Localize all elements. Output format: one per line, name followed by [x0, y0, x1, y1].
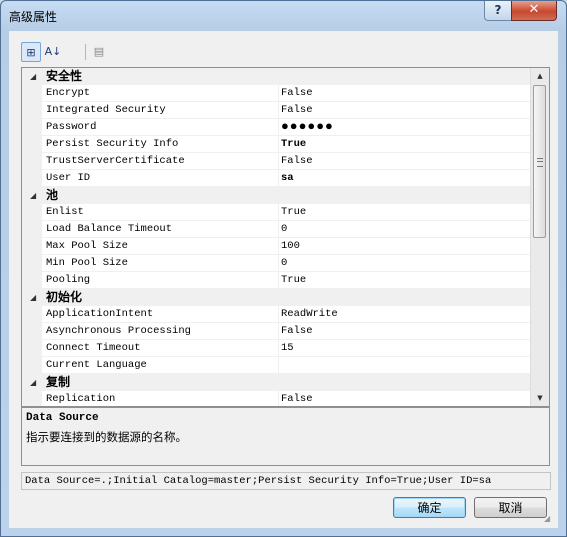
category-security[interactable]: ◢ 安全性 [22, 68, 530, 85]
property-value[interactable]: 100 [278, 238, 533, 255]
property-name: Integrated Security [42, 102, 281, 119]
category-label: 池 [46, 188, 59, 202]
description-text: 指示要连接到的数据源的名称。 [26, 430, 187, 444]
property-name: Replication [42, 391, 281, 406]
connection-string-field[interactable]: Data Source=.;Initial Catalog=master;Per… [21, 472, 551, 490]
category-replication[interactable]: ◢ 复制 [22, 374, 530, 391]
property-value[interactable]: False [278, 102, 533, 119]
property-value[interactable]: True [278, 136, 533, 153]
property-name: Connect Timeout [42, 340, 281, 357]
property-value[interactable]: True [278, 272, 533, 289]
property-row[interactable]: Asynchronous Processing False [22, 323, 533, 340]
property-value[interactable]: 15 [278, 340, 533, 357]
category-initialization[interactable]: ◢ 初始化 [22, 289, 530, 306]
description-title: Data Source [26, 412, 99, 424]
property-name: Enlist [42, 204, 281, 221]
property-row[interactable]: Load Balance Timeout 0 [22, 221, 533, 238]
category-pooling[interactable]: ◢ 池 [22, 187, 530, 204]
property-row[interactable]: Current Language [22, 357, 533, 374]
property-value[interactable]: False [278, 323, 533, 340]
property-value[interactable]: 0 [278, 221, 533, 238]
cancel-button[interactable]: 取消 [474, 497, 547, 518]
password-value[interactable]: ●●●●●● [278, 119, 533, 136]
property-row[interactable]: Enlist True [22, 204, 533, 221]
property-value[interactable]: ReadWrite [278, 306, 533, 323]
property-row[interactable]: ApplicationIntent ReadWrite [22, 306, 533, 323]
property-name: Min Pool Size [42, 255, 281, 272]
property-row[interactable]: Password ●●●●●● [22, 119, 533, 136]
resize-grip-icon[interactable]: ◢ [544, 514, 556, 526]
grip-icon [537, 158, 543, 167]
property-grid-toolbar: ⊞ A↓ ▤ [21, 41, 548, 63]
category-label: 初始化 [46, 290, 83, 304]
vertical-scrollbar[interactable]: ▲ ▼ [530, 68, 549, 406]
alphabetical-sort-icon[interactable]: A↓ [43, 42, 63, 62]
help-button[interactable]: ? [484, 1, 512, 21]
property-value[interactable] [278, 357, 533, 374]
window-title: 高级属性 [9, 10, 58, 24]
collapse-arrow-icon[interactable]: ◢ [30, 290, 36, 305]
property-name: Encrypt [42, 85, 281, 102]
property-name: Password [42, 119, 281, 136]
property-name: Asynchronous Processing [42, 323, 281, 340]
property-name: ApplicationIntent [42, 306, 281, 323]
scrollbar-thumb[interactable] [533, 85, 546, 238]
property-row[interactable]: Persist Security Info True [22, 136, 533, 153]
property-row[interactable]: TrustServerCertificate False [22, 153, 533, 170]
property-row[interactable]: Replication False [22, 391, 533, 406]
categorized-view-icon[interactable]: ⊞ [21, 42, 41, 62]
property-row[interactable]: Connect Timeout 15 [22, 340, 533, 357]
property-name: User ID [42, 170, 281, 187]
property-value[interactable]: 0 [278, 255, 533, 272]
category-label: 复制 [46, 375, 71, 389]
property-row[interactable]: Min Pool Size 0 [22, 255, 533, 272]
property-grid[interactable]: ◢ 安全性 Encrypt False Integrated Security Fa… [21, 67, 550, 407]
description-pane: Data Source 指示要连接到的数据源的名称。 [21, 407, 550, 466]
property-row[interactable]: User ID sa [22, 170, 533, 187]
property-name: Pooling [42, 272, 281, 289]
property-row[interactable]: Encrypt False [22, 85, 533, 102]
property-value[interactable]: True [278, 204, 533, 221]
property-name: Max Pool Size [42, 238, 281, 255]
property-row[interactable]: Max Pool Size 100 [22, 238, 533, 255]
ok-button[interactable]: 确定 [393, 497, 466, 518]
property-name: Load Balance Timeout [42, 221, 281, 238]
scroll-up-arrow-icon[interactable]: ▲ [534, 70, 546, 82]
property-value[interactable]: False [278, 391, 533, 406]
close-button[interactable]: ✕ [511, 1, 557, 21]
property-value[interactable]: False [278, 153, 533, 170]
collapse-arrow-icon[interactable]: ◢ [30, 69, 36, 84]
property-row[interactable]: Integrated Security False [22, 102, 533, 119]
collapse-arrow-icon[interactable]: ◢ [30, 375, 36, 390]
property-value[interactable]: sa [278, 170, 533, 187]
scroll-down-arrow-icon[interactable]: ▼ [534, 392, 546, 404]
collapse-arrow-icon[interactable]: ◢ [30, 188, 36, 203]
property-name: TrustServerCertificate [42, 153, 281, 170]
property-pages-icon[interactable]: ▤ [89, 42, 109, 62]
property-value[interactable]: False [278, 85, 533, 102]
property-name: Persist Security Info [42, 136, 281, 153]
category-label: 安全性 [46, 69, 83, 83]
title-bar: 高级属性 ? ✕ [1, 1, 566, 31]
property-name: Current Language [42, 357, 281, 374]
toolbar-separator [85, 44, 86, 60]
advanced-properties-dialog: 高级属性 ? ✕ ⊞ A↓ ▤ ◢ 安全性 Encrypt False Integ… [0, 0, 567, 537]
dialog-client-area: ⊞ A↓ ▤ ◢ 安全性 Encrypt False Integrated Sec… [9, 31, 558, 528]
property-row[interactable]: Pooling True [22, 272, 533, 289]
